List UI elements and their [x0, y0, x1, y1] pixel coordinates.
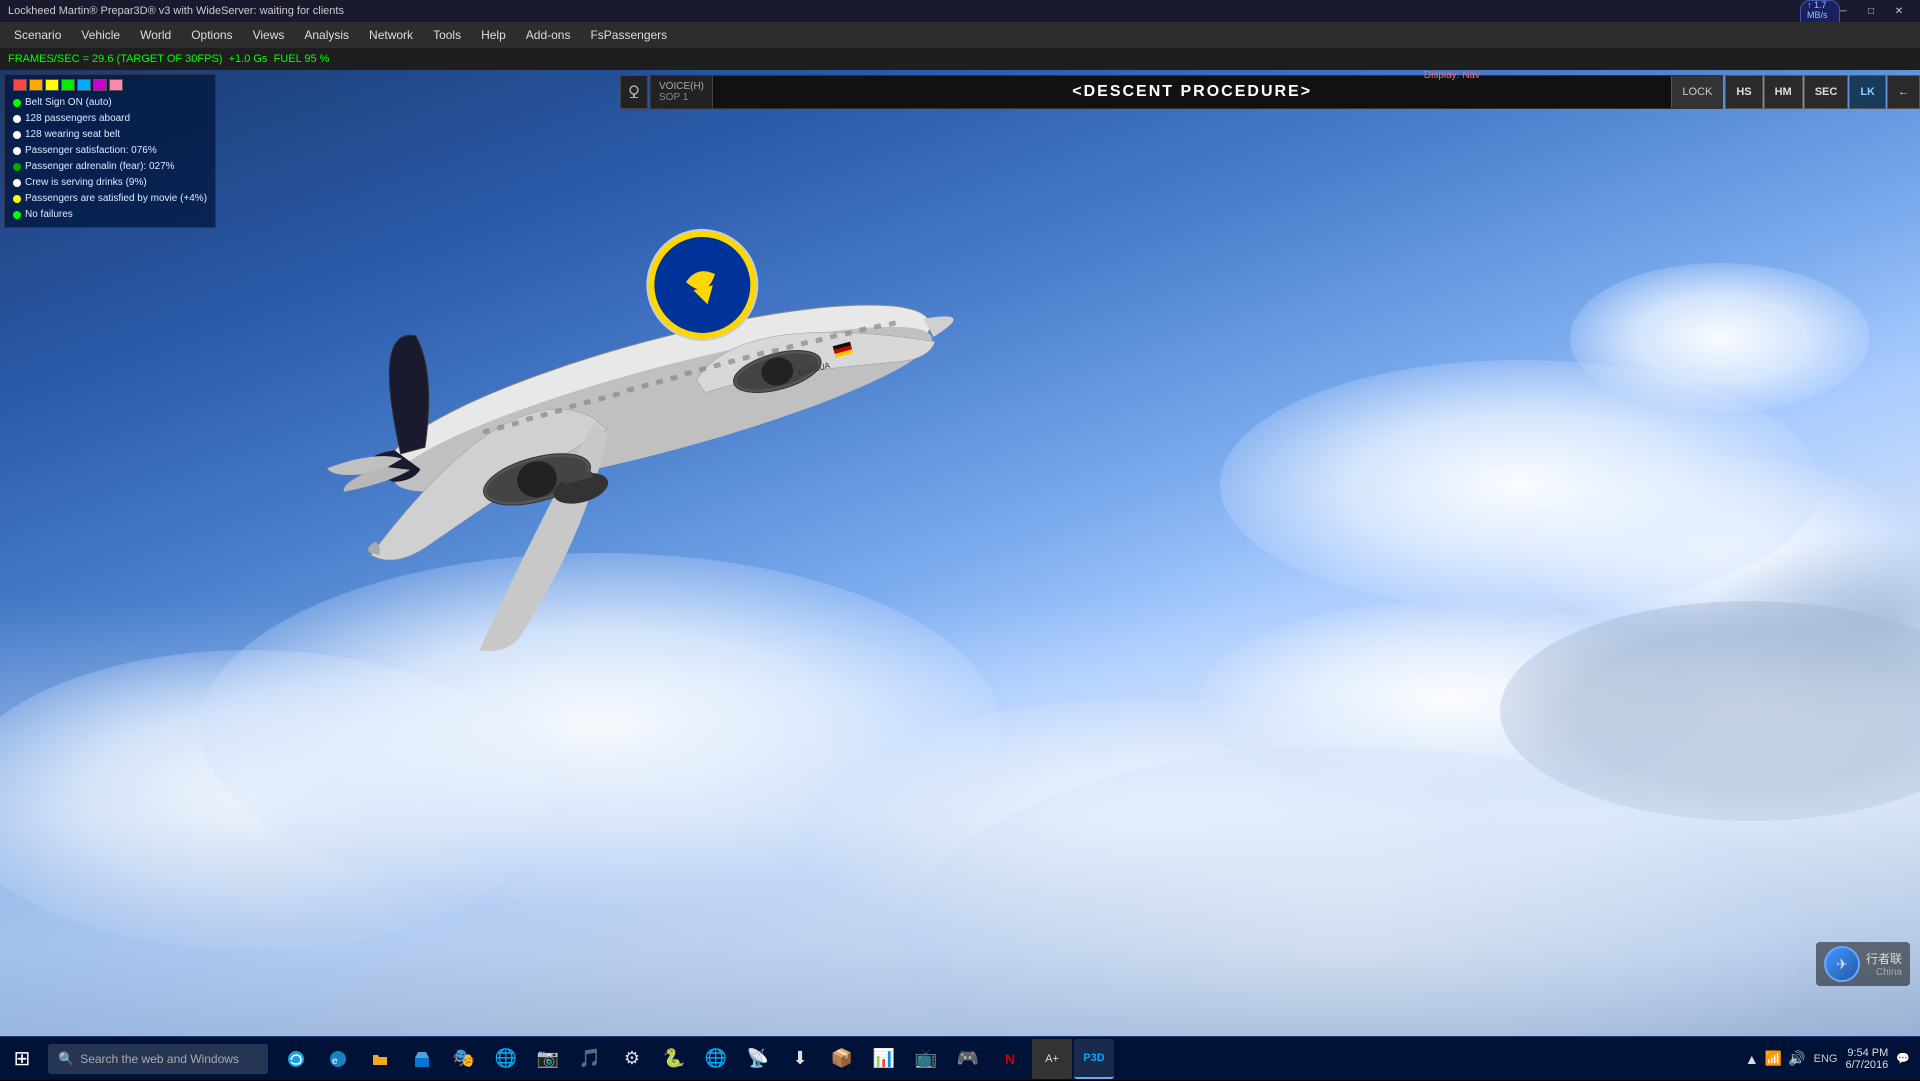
window-controls: ↑ 1.7 MB/s 320KB/s ─ □ ✕	[1830, 3, 1912, 19]
seatbelt-row: 128 wearing seat belt	[13, 127, 207, 143]
tray-icons: ▲ 📶 🔊	[1745, 1050, 1806, 1067]
taskbar-edge-icon[interactable]	[276, 1039, 316, 1079]
taskbar: ⊞ 🔍 e 🎭 🌐 📷 🎵 ⚙ 🐍 🌐 📡 ⬇ 📦 📊 📺 🎮 N A+ P3	[0, 1036, 1920, 1080]
toolbar-btn-purple[interactable]	[93, 79, 107, 91]
atc-main-display: VOICE(H) SOP 1 <DESCENT PROCEDURE> LOCK	[650, 75, 1723, 109]
search-bar[interactable]: 🔍	[48, 1044, 268, 1074]
atc-btn-hm[interactable]: HM	[1764, 75, 1803, 109]
atc-btn-hs[interactable]: HS	[1725, 75, 1762, 109]
drinks-row: Crew is serving drinks (9%)	[13, 175, 207, 191]
search-icon: 🔍	[58, 1051, 74, 1067]
toolbar-btn-blue[interactable]	[77, 79, 91, 91]
menu-help[interactable]: Help	[471, 26, 516, 44]
toolbar-btn-yellow[interactable]	[45, 79, 59, 91]
taskbar-net-icon[interactable]: 🌐	[696, 1039, 736, 1079]
taskbar-camera-icon[interactable]: 📷	[528, 1039, 568, 1079]
toolbar-btn-red[interactable]	[13, 79, 27, 91]
tray-network-icon[interactable]: 📶	[1765, 1050, 1782, 1067]
language-indicator[interactable]: ENG	[1814, 1053, 1838, 1065]
panel-toolbar	[13, 79, 207, 91]
status-bar: FRAMES/SEC = 29.6 (TARGET OF 30FPS) +1.0…	[0, 48, 1920, 70]
taskbar-download-icon[interactable]: ⬇	[780, 1039, 820, 1079]
atc-mic-icon	[620, 75, 648, 109]
atc-button-group: HS HM SEC LK ←	[1725, 75, 1920, 109]
movie-row: Passengers are satisfied by movie (+4%)	[13, 191, 207, 207]
taskbar-radio-icon[interactable]: 📡	[738, 1039, 778, 1079]
main-viewport: D-ABUA Belt Sign ON (auto) 128 passenger…	[0, 70, 1920, 1036]
cn-watermark: ✈ 行者联 China	[1816, 942, 1910, 986]
search-input[interactable]	[80, 1052, 250, 1066]
toolbar-btn-pink[interactable]	[109, 79, 123, 91]
close-button[interactable]: ✕	[1886, 3, 1912, 19]
taskbar-chart-icon[interactable]: 📊	[864, 1039, 904, 1079]
info-panel: Belt Sign ON (auto) 128 passengers aboar…	[4, 74, 216, 228]
atc-btn-lk[interactable]: LK	[1849, 75, 1886, 109]
taskbar-browser2-icon[interactable]: 🌐	[486, 1039, 526, 1079]
notification-icon[interactable]: 💬	[1896, 1052, 1910, 1065]
taskbar-game-icon[interactable]: 🎮	[948, 1039, 988, 1079]
atc-procedure-text: <DESCENT PROCEDURE>	[713, 83, 1671, 101]
taskbar-store-icon[interactable]	[402, 1039, 442, 1079]
menu-scenario[interactable]: Scenario	[4, 26, 71, 44]
taskbar-apps-icon[interactable]: 🎭	[444, 1039, 484, 1079]
taskbar-p3d-icon[interactable]: P3D	[1074, 1039, 1114, 1079]
taskbar-media-icon[interactable]: 🎵	[570, 1039, 610, 1079]
taskbar-tv-icon[interactable]: 📺	[906, 1039, 946, 1079]
menu-tools[interactable]: Tools	[423, 26, 471, 44]
toolbar-btn-green[interactable]	[61, 79, 75, 91]
title-bar: Lockheed Martin® Prepar3D® v3 with WideS…	[0, 0, 1920, 22]
toolbar-btn-orange[interactable]	[29, 79, 43, 91]
failures-row: No failures	[13, 207, 207, 223]
upload-speed: ↑ 1.7 MB/s	[1807, 2, 1833, 18]
menu-network[interactable]: Network	[359, 26, 423, 44]
menu-views[interactable]: Views	[243, 26, 295, 44]
tray-expand-icon[interactable]: ▲	[1745, 1051, 1759, 1067]
taskbar-icon-group: e 🎭 🌐 📷 🎵 ⚙ 🐍 🌐 📡 ⬇ 📦 📊 📺 🎮 N A+ P3D	[272, 1039, 1735, 1079]
taskbar-folder-icon[interactable]	[360, 1039, 400, 1079]
taskbar-text-icon[interactable]: A+	[1032, 1039, 1072, 1079]
atc-btn-back[interactable]: ←	[1887, 75, 1920, 109]
cloud-8	[1570, 263, 1870, 413]
window-title: Lockheed Martin® Prepar3D® v3 with WideS…	[8, 5, 344, 17]
menu-addons[interactable]: Add-ons	[516, 26, 581, 44]
taskbar-settings-icon[interactable]: ⚙	[612, 1039, 652, 1079]
menu-fspassengers[interactable]: FsPassengers	[580, 26, 677, 44]
atc-panel: VOICE(H) SOP 1 <DESCENT PROCEDURE> LOCK …	[620, 74, 1920, 110]
menu-options[interactable]: Options	[181, 26, 242, 44]
menu-bar: Scenario Vehicle World Options Views Ana…	[0, 22, 1920, 48]
atc-voice-label: VOICE(H) SOP 1	[651, 76, 713, 108]
taskbar-python-icon[interactable]: 🐍	[654, 1039, 694, 1079]
lower-clouds	[0, 601, 1920, 1036]
display-overlay: Display: Nav	[1424, 70, 1480, 81]
tray-volume-icon[interactable]: 🔊	[1788, 1050, 1805, 1067]
taskbar-ie-icon[interactable]: e	[318, 1039, 358, 1079]
maximize-button[interactable]: □	[1858, 3, 1884, 19]
menu-world[interactable]: World	[130, 26, 181, 44]
menu-vehicle[interactable]: Vehicle	[71, 26, 130, 44]
system-tray: ▲ 📶 🔊 ENG 9:54 PM 6/7/2016 💬	[1735, 1047, 1920, 1071]
frames-status: FRAMES/SEC = 29.6 (TARGET OF 30FPS) +1.0…	[8, 53, 329, 65]
start-button[interactable]: ⊞	[0, 1037, 44, 1081]
atc-lock-button[interactable]: LOCK	[1671, 76, 1722, 108]
atc-btn-sec[interactable]: SEC	[1804, 75, 1849, 109]
system-clock[interactable]: 9:54 PM 6/7/2016	[1845, 1047, 1888, 1071]
taskbar-n-icon[interactable]: N	[990, 1039, 1030, 1079]
svg-text:e: e	[332, 1056, 338, 1067]
belt-sign-row: Belt Sign ON (auto)	[13, 95, 207, 111]
passengers-row: 128 passengers aboard	[13, 111, 207, 127]
adrenalin-row: Passenger adrenalin (fear): 027%	[13, 159, 207, 175]
cn-logo: ✈	[1824, 946, 1860, 982]
taskbar-pkg-icon[interactable]: 📦	[822, 1039, 862, 1079]
menu-analysis[interactable]: Analysis	[294, 26, 359, 44]
satisfaction-row: Passenger satisfaction: 076%	[13, 143, 207, 159]
